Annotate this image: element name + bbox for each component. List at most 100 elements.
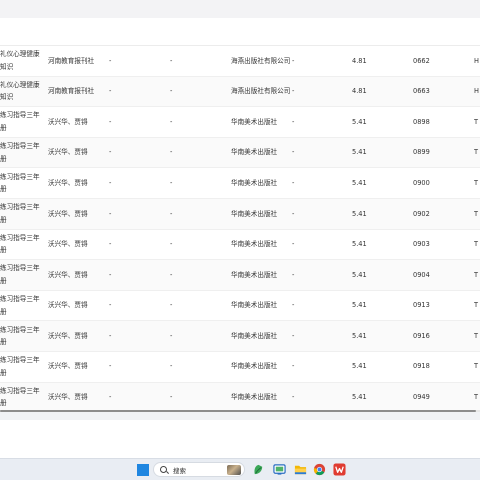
empty-value-cell: - — [170, 393, 173, 402]
empty-value-cell: - — [292, 117, 295, 126]
author-cell: 河南教育报刊社 — [48, 87, 95, 96]
book-title-cell: 练习指导三年册 — [0, 325, 40, 347]
table-row[interactable]: 练习指导三年册 沃兴华、贾锝 - - 华南美术出版社 - 5.41 0899 T — [0, 137, 480, 169]
empty-value-cell: - — [170, 87, 173, 96]
taskbar: 搜索 — [0, 458, 480, 480]
book-title-cell: 礼仪心理健康知识 — [0, 80, 40, 102]
truncated-cell: T — [474, 270, 479, 279]
table-row[interactable]: 练习指导三年册 沃兴华、贾锝 - - 华南美术出版社 - 5.41 0898 T — [0, 107, 480, 138]
price-cell: 5.41 — [352, 301, 367, 310]
windows-start-icon[interactable] — [136, 463, 149, 476]
price-cell: 5.41 — [352, 362, 367, 371]
table-row[interactable]: 练习指导三年册 沃兴华、贾锝 - - 华南美术出版社 - 5.41 0904 T — [0, 260, 480, 291]
code-cell: 0899 — [413, 148, 430, 157]
price-cell: 5.41 — [352, 240, 367, 249]
code-cell: 0918 — [413, 362, 430, 371]
empty-value-cell: - — [292, 209, 295, 218]
price-cell: 5.41 — [352, 209, 367, 218]
code-cell: 0900 — [413, 178, 430, 187]
empty-value-cell: - — [109, 270, 112, 279]
author-cell: 沃兴华、贾锝 — [48, 301, 88, 310]
table-row[interactable]: 练习指导三年册 沃兴华、贾锝 - - 华南美术出版社 - 5.41 0918 T — [0, 352, 480, 383]
chrome-icon[interactable] — [313, 463, 326, 476]
code-cell: 0663 — [413, 87, 430, 96]
table-row[interactable]: 礼仪心理健康知识 河南教育报刊社 - - 海燕出版社有限公司 -4.81 0663 H — [0, 76, 480, 108]
author-cell: 沃兴华、贾锝 — [48, 148, 88, 157]
empty-value-cell: - — [292, 87, 295, 96]
empty-value-cell: - — [109, 87, 112, 96]
publisher-cell: 华南美术出版社 — [231, 301, 278, 310]
truncated-cell: H — [474, 87, 479, 96]
search-highlight-image — [227, 465, 241, 475]
book-title-cell: 练习指导三年册 — [0, 142, 40, 163]
empty-value-cell: - — [109, 56, 112, 65]
author-cell: 沃兴华、贾锝 — [48, 270, 88, 279]
empty-value-cell: - — [170, 117, 173, 126]
author-cell: 沃兴华、贾锝 — [48, 209, 88, 218]
empty-value-cell: - — [170, 240, 173, 249]
empty-value-cell: - — [109, 117, 112, 126]
table-row[interactable]: 练习指导三年册 沃兴华、贾锝 - - 华南美术出版社 - 5.41 0913 T — [0, 291, 480, 322]
book-title-cell: 练习指导三年册 — [0, 172, 40, 194]
empty-value-cell: - — [109, 362, 112, 371]
truncated-cell: T — [474, 331, 479, 340]
empty-value-cell: - — [109, 148, 112, 157]
taskbar-search-box[interactable]: 搜索 — [153, 462, 245, 477]
code-cell: 0902 — [413, 209, 430, 218]
empty-value-cell: - — [170, 301, 173, 310]
table-row[interactable]: 练习指导三年册 沃兴华、贾锝 - - 华南美术出版社 - 5.41 0949 T — [0, 382, 480, 412]
truncated-cell: T — [474, 240, 479, 249]
truncated-cell: T — [474, 301, 479, 310]
widgets-icon[interactable] — [252, 463, 265, 476]
empty-value-cell: - — [109, 301, 112, 310]
truncated-cell: T — [474, 178, 479, 187]
empty-value-cell: - — [292, 178, 295, 187]
price-cell: 4.81 — [352, 87, 367, 96]
publisher-cell: 海燕出版社有限公司 — [231, 56, 291, 65]
file-explorer-icon[interactable] — [294, 463, 307, 476]
book-title-cell: 练习指导三年册 — [0, 233, 40, 255]
publisher-cell: 华南美术出版社 — [231, 270, 278, 279]
empty-value-cell: - — [292, 240, 295, 249]
empty-value-cell: - — [292, 301, 295, 310]
book-title-cell: 练习指导三年册 — [0, 295, 40, 316]
truncated-cell: T — [474, 209, 479, 218]
empty-value-cell: - — [109, 178, 112, 187]
code-cell: 0898 — [413, 117, 430, 126]
search-icon — [160, 466, 167, 473]
code-cell: 0916 — [413, 331, 430, 340]
price-cell: 5.41 — [352, 393, 367, 402]
wps-icon[interactable] — [333, 463, 346, 476]
table-row[interactable]: 礼仪心理健康知识 河南教育报刊社 - - 海燕出版社有限公司 -4.81 0662 H — [0, 46, 480, 77]
book-title-cell: 练习指导三年册 — [0, 386, 40, 408]
empty-value-cell: - — [292, 56, 295, 65]
empty-value-cell: - — [109, 240, 112, 249]
truncated-cell: H — [474, 56, 479, 65]
book-title-cell: 练习指导三年册 — [0, 356, 40, 377]
publisher-cell: 华南美术出版社 — [231, 148, 278, 157]
table-row[interactable]: 练习指导三年册 沃兴华、贾锝 - - 华南美术出版社 - 5.41 0903 T — [0, 230, 480, 261]
truncated-cell: T — [474, 148, 479, 157]
empty-value-cell: - — [170, 178, 173, 187]
table-row[interactable]: 练习指导三年册 沃兴华、贾锝 - - 华南美术出版社 - 5.41 0902 T — [0, 198, 480, 230]
empty-value-cell: - — [292, 148, 295, 157]
chat-icon[interactable] — [273, 463, 286, 476]
table-row[interactable]: 练习指导三年册 沃兴华、贾锝 - - 华南美术出版社 - 5.41 0916 T — [0, 321, 480, 352]
code-cell: 0949 — [413, 393, 430, 402]
truncated-cell: T — [474, 117, 479, 126]
author-cell: 沃兴华、贾锝 — [48, 331, 88, 340]
empty-value-cell: - — [292, 331, 295, 340]
search-label: 搜索 — [173, 466, 186, 475]
empty-value-cell: - — [292, 270, 295, 279]
price-cell: 4.81 — [352, 56, 367, 65]
price-cell: 5.41 — [352, 148, 367, 157]
author-cell: 沃兴华、贾锝 — [48, 178, 88, 187]
author-cell: 沃兴华、贾锝 — [48, 362, 88, 371]
table-card: 礼仪心理健康知识 河南教育报刊社 - - 海燕出版社有限公司 -4.81 0662 H 礼仪心理… — [0, 18, 480, 412]
book-title-cell: 练习指导三年册 — [0, 111, 40, 132]
price-cell: 5.41 — [352, 331, 367, 340]
author-cell: 河南教育报刊社 — [48, 56, 95, 65]
table-row[interactable]: 练习指导三年册 沃兴华、贾锝 - - 华南美术出版社 - 5.41 0900 T — [0, 168, 480, 199]
price-cell: 5.41 — [352, 178, 367, 187]
data-table: 礼仪心理健康知识 河南教育报刊社 - - 海燕出版社有限公司 -4.81 0662 H 礼仪心理… — [0, 46, 480, 412]
